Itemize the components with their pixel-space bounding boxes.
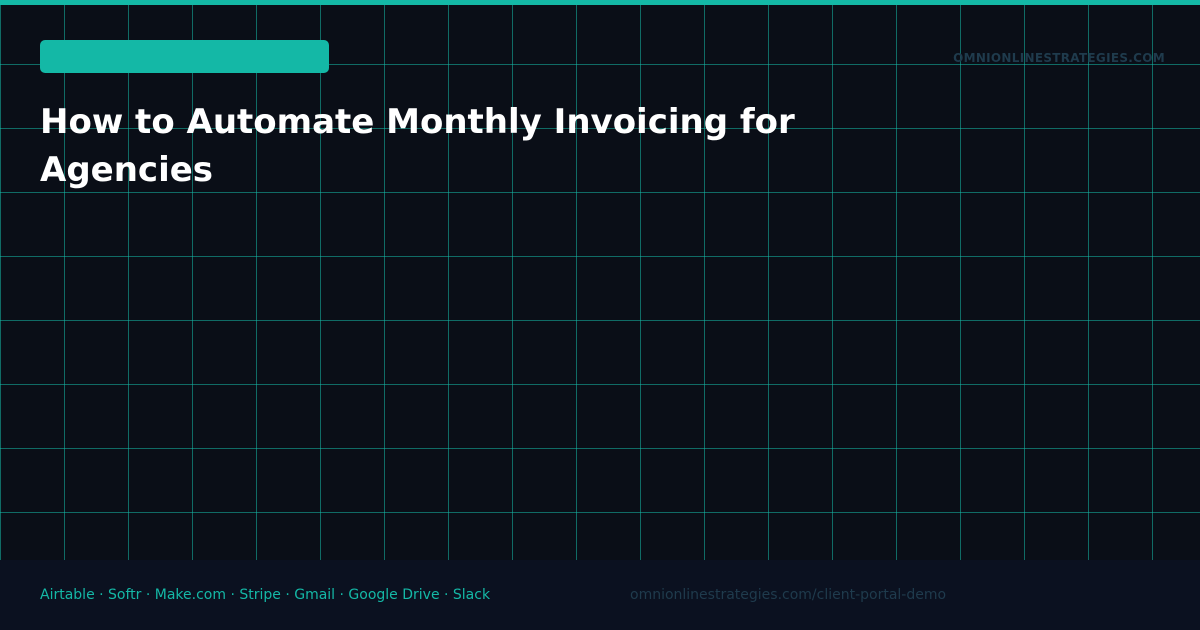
tool-list: Airtable · Softr · Make.com · Stripe · G… bbox=[40, 587, 491, 603]
top-accent-bar bbox=[0, 0, 1200, 5]
footer-bar: Airtable · Softr · Make.com · Stripe · G… bbox=[0, 560, 1200, 630]
social-card: OMNIONLINESTRATEGIES.COM How to Automate… bbox=[0, 0, 1200, 630]
page-title: How to Automate Monthly Invoicing for Ag… bbox=[40, 102, 795, 190]
demo-url: omnionlinestrategies.com/client-portal-d… bbox=[630, 587, 947, 603]
site-domain: OMNIONLINESTRATEGIES.COM bbox=[953, 51, 1165, 65]
grid-background bbox=[0, 0, 1200, 560]
category-pill bbox=[40, 40, 329, 73]
